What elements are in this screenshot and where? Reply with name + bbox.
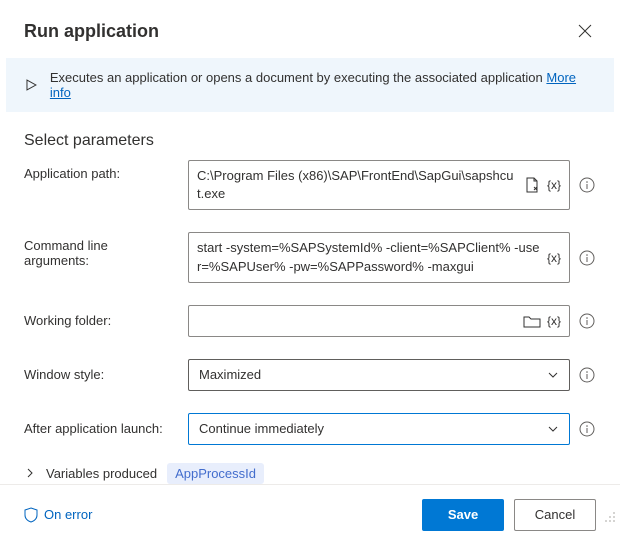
info-icon <box>579 421 595 437</box>
control-application-path: C:\Program Files (x86)\SAP\FrontEnd\SapG… <box>188 160 596 210</box>
section-title: Select parameters <box>0 112 620 160</box>
row-after-launch: After application launch: Continue immed… <box>24 413 596 445</box>
chevron-down-icon <box>547 423 559 435</box>
info-icon <box>579 313 595 329</box>
chevron-right-icon <box>25 468 35 478</box>
info-button[interactable] <box>578 312 596 330</box>
dialog-title: Run application <box>24 21 159 42</box>
info-button[interactable] <box>578 420 596 438</box>
variable-token-button[interactable]: {x} <box>547 314 561 328</box>
info-button[interactable] <box>578 176 596 194</box>
window-style-select[interactable]: Maximized <box>188 359 570 391</box>
info-icon <box>579 177 595 193</box>
save-label: Save <box>448 507 478 522</box>
row-working-folder: Working folder: {x} <box>24 305 596 337</box>
save-button[interactable]: Save <box>422 499 504 531</box>
info-button[interactable] <box>578 249 596 267</box>
close-button[interactable] <box>574 20 596 42</box>
folder-picker-button[interactable] <box>523 312 541 330</box>
application-path-input[interactable]: C:\Program Files (x86)\SAP\FrontEnd\SapG… <box>188 160 570 210</box>
run-icon <box>24 78 38 92</box>
info-icon <box>579 367 595 383</box>
variables-produced-label: Variables produced <box>46 466 157 481</box>
label-application-path: Application path: <box>24 160 174 181</box>
control-working-folder: {x} <box>188 305 596 337</box>
info-text-wrap: Executes an application or opens a docum… <box>50 70 596 100</box>
working-folder-input[interactable]: {x} <box>188 305 570 337</box>
label-working-folder: Working folder: <box>24 313 174 328</box>
cancel-button[interactable]: Cancel <box>514 499 596 531</box>
row-application-path: Application path: C:\Program Files (x86)… <box>24 160 596 210</box>
dialog-header: Run application <box>0 0 620 58</box>
file-picker-button[interactable] <box>523 176 541 194</box>
folder-icon <box>523 314 541 328</box>
info-button[interactable] <box>578 366 596 384</box>
parameters-panel: Application path: C:\Program Files (x86)… <box>0 160 620 445</box>
expand-chevron[interactable] <box>24 467 36 479</box>
footer-buttons: Save Cancel <box>422 499 596 531</box>
info-banner: Executes an application or opens a docum… <box>6 58 614 112</box>
cancel-label: Cancel <box>535 507 575 522</box>
resize-grip-icon[interactable] <box>604 511 616 523</box>
label-window-style: Window style: <box>24 367 174 382</box>
dialog-footer: On error Save Cancel <box>0 484 620 545</box>
window-style-value: Maximized <box>199 367 261 382</box>
chevron-down-icon <box>547 369 559 381</box>
info-icon <box>579 250 595 266</box>
application-path-value: C:\Program Files (x86)\SAP\FrontEnd\SapG… <box>197 167 517 203</box>
variable-token-button[interactable]: {x} <box>547 178 561 192</box>
after-launch-value: Continue immediately <box>199 421 324 436</box>
control-after-launch: Continue immediately <box>188 413 596 445</box>
control-window-style: Maximized <box>188 359 596 391</box>
close-icon <box>578 24 592 38</box>
control-cmd-args: start -system=%SAPSystemId% -client=%SAP… <box>188 232 596 282</box>
after-launch-select[interactable]: Continue immediately <box>188 413 570 445</box>
on-error-link[interactable]: On error <box>24 507 92 523</box>
variable-pill[interactable]: AppProcessId <box>167 463 264 484</box>
cmd-args-input[interactable]: start -system=%SAPSystemId% -client=%SAP… <box>188 232 570 282</box>
row-cmd-args: Command line arguments: start -system=%S… <box>24 232 596 282</box>
info-text: Executes an application or opens a docum… <box>50 70 543 85</box>
variables-produced-row[interactable]: Variables produced AppProcessId <box>0 445 620 484</box>
variable-token-button[interactable]: {x} <box>547 251 561 265</box>
label-after-launch: After application launch: <box>24 421 174 436</box>
shield-icon <box>24 507 38 523</box>
file-icon <box>525 177 539 193</box>
row-window-style: Window style: Maximized <box>24 359 596 391</box>
label-cmd-args: Command line arguments: <box>24 232 174 268</box>
cmd-args-value: start -system=%SAPSystemId% -client=%SAP… <box>197 239 541 275</box>
on-error-label: On error <box>44 507 92 522</box>
